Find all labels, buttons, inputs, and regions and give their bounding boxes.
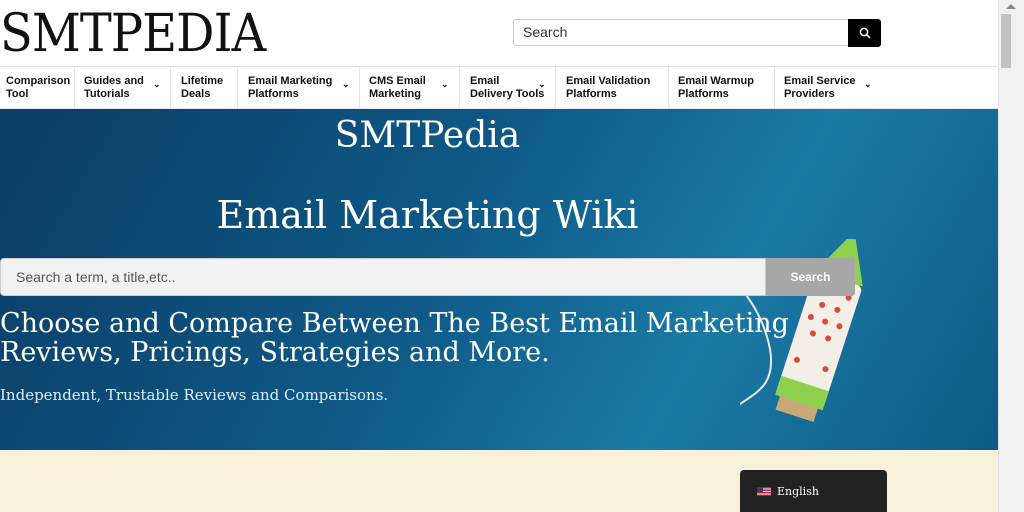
nav-item-email-validation-platforms[interactable]: Email Validation Platforms (560, 67, 668, 109)
nav-label-line1: Email Validation (566, 75, 651, 87)
nav-label-line1: Lifetime (181, 75, 224, 87)
hero-search-input[interactable]: Search a term, a title,etc.. (0, 258, 766, 296)
nav-label-line2: Platforms (678, 88, 729, 100)
nav-label-line1: Guides and (84, 75, 144, 87)
chevron-down-icon: ⌄ (441, 79, 449, 89)
hero-heading-line2: Reviews, Pricings, Strategies and More. (0, 337, 550, 368)
nav-item-email-delivery-tools[interactable]: Email Delivery Tools ⌄ (464, 67, 555, 109)
page-scrollbar[interactable] (998, 0, 1024, 512)
nav-label-line1: Email Marketing (248, 75, 333, 87)
nav-label-line2: Marketing (369, 88, 421, 100)
us-flag-icon (757, 486, 771, 496)
chevron-down-icon: ⌄ (538, 79, 546, 89)
site-header: SMTPEDIA Search (0, 0, 998, 66)
nav-item-guides-tutorials[interactable]: Guides and Tutorials ⌄ (78, 67, 170, 109)
search-icon (859, 27, 871, 39)
hero-search-button[interactable]: Search (766, 258, 855, 296)
language-switcher[interactable]: English (740, 470, 887, 512)
main-nav: Comparison Tool Guides and Tutorials ⌄ Lif… (0, 66, 998, 109)
nav-label-line2: Platforms (248, 88, 299, 100)
hero-heading: Choose and Compare Between The Best Emai… (0, 309, 800, 367)
nav-label-line1: CMS Email (369, 75, 426, 87)
nav-item-cms-email-marketing[interactable]: CMS Email Marketing ⌄ (363, 67, 459, 109)
chevron-down-icon: ⌄ (864, 79, 872, 89)
nav-item-lifetime-deals[interactable]: Lifetime Deals (175, 67, 237, 109)
hero-section: SMTPedia Email Marketing Wiki Search a t… (0, 109, 998, 450)
site-logo[interactable]: SMTPEDIA (0, 4, 266, 64)
hero-subtitle-title: Email Marketing Wiki (216, 193, 639, 237)
header-search-input[interactable]: Search (513, 19, 849, 46)
chevron-down-icon: ⌄ (153, 79, 161, 89)
scroll-thumb[interactable] (1001, 14, 1011, 68)
nav-label-line1: Email Warmup (678, 75, 754, 87)
hero-tagline: Independent, Trustable Reviews and Compa… (0, 386, 389, 404)
header-search-button[interactable] (848, 19, 881, 47)
hero-title: SMTPedia (334, 115, 521, 156)
nav-label-line1: Comparison (6, 75, 71, 87)
nav-label-line2: Deals (181, 88, 211, 100)
scroll-up-arrow-icon[interactable] (1006, 4, 1016, 9)
nav-label-line2: Platforms (566, 88, 617, 100)
nav-item-email-warmup-platforms[interactable]: Email Warmup Platforms (672, 67, 774, 109)
chevron-down-icon: ⌄ (342, 79, 350, 89)
nav-label-line1: Email (470, 75, 500, 87)
nav-item-comparison-tool[interactable]: Comparison Tool (0, 67, 74, 109)
nav-label-line2: Tutorials (84, 88, 130, 100)
nav-item-email-service-providers[interactable]: Email Service Providers ⌄ (778, 67, 882, 109)
nav-label-line2: Tool (6, 88, 29, 100)
nav-label-line1: Email Service (784, 75, 856, 87)
hero-heading-line1: Choose and Compare Between The Best Emai… (0, 308, 789, 339)
nav-label-line2: Delivery Tools (470, 88, 545, 100)
nav-label-line2: Providers (784, 88, 835, 100)
language-label: English (777, 484, 819, 498)
nav-item-email-marketing-platforms[interactable]: Email Marketing Platforms ⌄ (242, 67, 359, 109)
